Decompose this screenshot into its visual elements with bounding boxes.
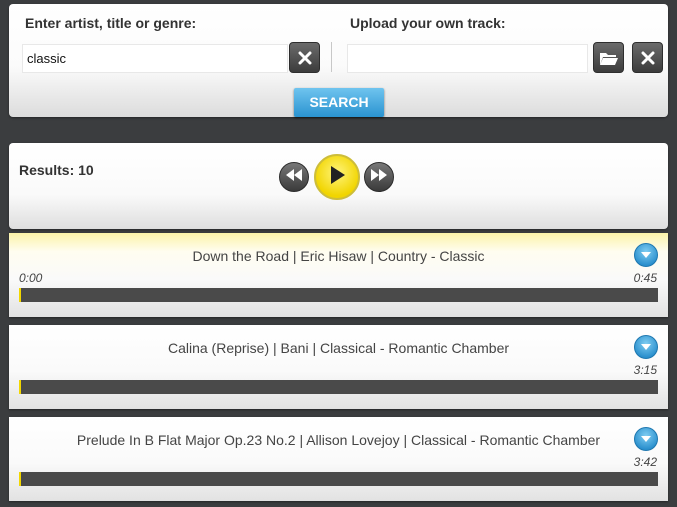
track-duration: 0:45 xyxy=(633,271,657,285)
search-panel: Enter artist, title or genre: Upload you… xyxy=(9,4,668,117)
expand-track-button[interactable] xyxy=(634,243,658,267)
close-icon xyxy=(641,51,655,65)
track-item[interactable]: Prelude In B Flat Major Op.23 No.2 | All… xyxy=(9,417,668,501)
chevron-down-icon xyxy=(640,246,652,264)
track-elapsed-time: 0:00 xyxy=(19,271,43,285)
artist-search-input[interactable] xyxy=(22,44,288,73)
folder-open-icon xyxy=(599,50,619,66)
track-progress-bar[interactable] xyxy=(19,380,658,394)
track-duration: 3:15 xyxy=(633,363,657,377)
fast-forward-icon xyxy=(370,168,388,186)
upload-track-input[interactable] xyxy=(347,44,588,73)
browse-file-button[interactable] xyxy=(593,42,624,73)
artist-search-label: Enter artist, title or genre: xyxy=(25,15,197,31)
clear-search-button[interactable] xyxy=(289,42,320,73)
play-icon xyxy=(328,165,346,190)
divider xyxy=(331,42,332,72)
track-progress-fill xyxy=(19,288,21,302)
track-title: Down the Road | Eric Hisaw | Country - C… xyxy=(192,248,485,264)
expand-track-button[interactable] xyxy=(634,335,658,359)
rewind-button[interactable] xyxy=(279,162,309,192)
results-count: Results: 10 xyxy=(19,162,94,178)
search-button[interactable]: SEARCH xyxy=(294,88,384,117)
clear-upload-button[interactable] xyxy=(632,42,663,73)
fast-forward-button[interactable] xyxy=(364,162,394,192)
track-title: Prelude In B Flat Major Op.23 No.2 | All… xyxy=(76,432,601,448)
track-item[interactable]: Calina (Reprise) | Bani | Classical - Ro… xyxy=(9,325,668,409)
chevron-down-icon xyxy=(640,338,652,356)
chevron-down-icon xyxy=(640,430,652,448)
track-progress-bar[interactable] xyxy=(19,472,658,486)
track-progress-bar[interactable] xyxy=(19,288,658,302)
track-duration: 3:42 xyxy=(633,455,657,469)
track-item[interactable]: Down the Road | Eric Hisaw | Country - C… xyxy=(9,233,668,317)
close-icon xyxy=(298,51,312,65)
track-progress-fill xyxy=(19,380,21,394)
track-progress-fill xyxy=(19,472,21,486)
upload-track-label: Upload your own track: xyxy=(350,15,506,31)
play-button[interactable] xyxy=(314,154,360,200)
track-title: Calina (Reprise) | Bani | Classical - Ro… xyxy=(167,340,510,356)
expand-track-button[interactable] xyxy=(634,427,658,451)
rewind-icon xyxy=(285,168,303,186)
player-controls-panel: Results: 10 xyxy=(9,143,668,229)
